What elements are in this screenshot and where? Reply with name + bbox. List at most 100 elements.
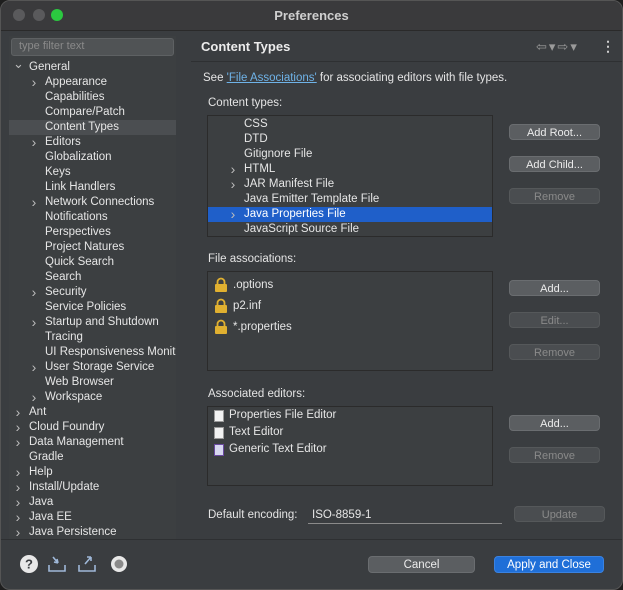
tree-item[interactable]: › Security <box>9 285 176 300</box>
tree-item[interactable]: › Network Connections <box>9 195 176 210</box>
chevron-right-icon[interactable]: › <box>29 315 39 330</box>
back-forward-nav[interactable]: ⇦▾⇨▾ <box>536 39 579 55</box>
tree-item[interactable]: › Data Management <box>9 435 176 450</box>
tree-item-label: Notifications <box>45 211 108 223</box>
chevron-right-icon[interactable]: › <box>29 360 39 375</box>
filter-input[interactable]: type filter text <box>11 38 174 56</box>
tree-item[interactable]: › Help <box>9 465 176 480</box>
import-preferences-icon[interactable] <box>47 554 67 574</box>
tree-item-label: Keys <box>45 166 71 178</box>
chevron-right-icon[interactable]: › <box>228 177 238 192</box>
tree-item[interactable]: › Java Persistence <box>9 525 176 540</box>
record-icon[interactable] <box>109 554 129 574</box>
tree-item-label: Search <box>45 271 82 283</box>
tree-item[interactable]: › Java <box>9 495 176 510</box>
tree-item-label: Perspectives <box>45 226 111 238</box>
file-association-row[interactable]: .options <box>208 275 492 295</box>
tree-item[interactable]: Link Handlers <box>9 180 176 195</box>
tree-item[interactable]: › Workspace <box>9 390 176 405</box>
tree-item[interactable]: › Appearance <box>9 75 176 90</box>
content-type-row[interactable]: › Java Properties File <box>208 207 492 222</box>
edit-file-association-button[interactable]: Edit... <box>509 312 600 328</box>
add-file-association-button[interactable]: Add... <box>509 280 600 296</box>
add-editor-button[interactable]: Add... <box>509 415 600 431</box>
chevron-right-icon[interactable]: › <box>228 207 238 222</box>
content-type-row[interactable]: Gitignore File <box>208 147 492 162</box>
content-type-row[interactable]: › JAR Manifest File <box>208 177 492 192</box>
export-preferences-icon[interactable] <box>77 554 97 574</box>
add-child-button[interactable]: Add Child... <box>509 156 600 172</box>
tree-item[interactable]: UI Responsiveness Monit <box>9 345 176 360</box>
content-type-row[interactable]: DTD <box>208 132 492 147</box>
chevron-down-icon[interactable]: ⌄ <box>13 60 24 71</box>
content-type-row[interactable]: Java Emitter Template File <box>208 192 492 207</box>
chevron-right-icon[interactable]: › <box>13 480 23 495</box>
tree-item[interactable]: Perspectives <box>9 225 176 240</box>
apply-and-close-button[interactable]: Apply and Close <box>494 556 604 573</box>
file-association-row[interactable]: p2.inf <box>208 296 492 316</box>
chevron-right-icon[interactable]: › <box>29 285 39 300</box>
add-root-button[interactable]: Add Root... <box>509 124 600 140</box>
chevron-right-icon[interactable]: › <box>29 390 39 405</box>
tree-item[interactable]: Keys <box>9 165 176 180</box>
chevron-right-icon[interactable]: › <box>13 525 23 540</box>
file-association-row[interactable]: *.properties <box>208 317 492 337</box>
cancel-button[interactable]: Cancel <box>368 556 475 573</box>
default-encoding-input[interactable]: ISO-8859-1 <box>308 507 502 524</box>
content-type-row[interactable]: CSS <box>208 117 492 132</box>
tree-item[interactable]: › Editors <box>9 135 176 150</box>
content-type-label: Java Properties File <box>244 208 346 220</box>
tree-item[interactable]: Quick Search <box>9 255 176 270</box>
tree-item[interactable]: Content Types <box>9 120 176 135</box>
associated-editor-row[interactable]: Properties File Editor <box>208 408 492 424</box>
chevron-right-icon[interactable]: › <box>29 195 39 210</box>
back-arrow-icon[interactable]: ⇦▾ <box>536 39 557 54</box>
remove-file-association-button[interactable]: Remove <box>509 344 600 360</box>
tree-item[interactable]: Compare/Patch <box>9 105 176 120</box>
tree-item-label: Data Management <box>29 436 124 448</box>
tree-item[interactable]: Search <box>9 270 176 285</box>
chevron-right-icon[interactable]: › <box>228 162 238 177</box>
update-encoding-button[interactable]: Update <box>514 506 605 522</box>
tree-item[interactable]: › Cloud Foundry <box>9 420 176 435</box>
tree-item[interactable]: ⌄ General <box>9 60 176 75</box>
associated-editor-row[interactable]: Generic Text Editor <box>208 442 492 458</box>
preferences-tree: ⌄ General › Appearance Capabilities Compare/P… <box>9 60 176 539</box>
content-type-row[interactable]: › HTML <box>208 162 492 177</box>
chevron-right-icon[interactable]: › <box>13 405 23 420</box>
chevron-right-icon[interactable]: › <box>13 435 23 450</box>
tree-item[interactable]: Project Natures <box>9 240 176 255</box>
footer-divider <box>1 539 622 540</box>
chevron-right-icon[interactable]: › <box>29 135 39 150</box>
file-associations-list[interactable]: .options p2.inf *.properties <box>207 271 493 371</box>
page-title: Content Types <box>201 39 291 54</box>
content-types-list[interactable]: CSS DTD Gitignore File › HTML › JAR Manifest F… <box>207 115 493 237</box>
tree-item[interactable]: › Ant <box>9 405 176 420</box>
tree-item[interactable]: Capabilities <box>9 90 176 105</box>
tree-item[interactable]: Tracing <box>9 330 176 345</box>
content-types-label: Content types: <box>208 97 283 109</box>
content-type-row[interactable]: JavaScript Source File <box>208 222 492 236</box>
chevron-right-icon[interactable]: › <box>13 510 23 525</box>
tree-item[interactable]: Globalization <box>9 150 176 165</box>
tree-item[interactable]: Notifications <box>9 210 176 225</box>
tree-item[interactable]: Gradle <box>9 450 176 465</box>
tree-item[interactable]: › Install/Update <box>9 480 176 495</box>
view-menu-icon[interactable]: ⋮ <box>601 38 615 55</box>
remove-editor-button[interactable]: Remove <box>509 447 600 463</box>
chevron-right-icon[interactable]: › <box>13 465 23 480</box>
file-associations-link[interactable]: 'File Associations' <box>227 72 317 84</box>
associated-editor-row[interactable]: Text Editor <box>208 425 492 441</box>
chevron-right-icon[interactable]: › <box>29 75 39 90</box>
tree-item[interactable]: › Startup and Shutdown <box>9 315 176 330</box>
tree-item[interactable]: › Java EE <box>9 510 176 525</box>
tree-item[interactable]: › User Storage Service <box>9 360 176 375</box>
help-icon[interactable]: ? <box>19 554 39 574</box>
tree-item[interactable]: Web Browser <box>9 375 176 390</box>
tree-item[interactable]: Service Policies <box>9 300 176 315</box>
chevron-right-icon[interactable]: › <box>13 495 23 510</box>
remove-content-type-button[interactable]: Remove <box>509 188 600 204</box>
forward-arrow-icon[interactable]: ⇨▾ <box>557 39 578 54</box>
chevron-right-icon[interactable]: › <box>13 420 23 435</box>
associated-editors-list[interactable]: Properties File Editor Text Editor Generic… <box>207 406 493 486</box>
